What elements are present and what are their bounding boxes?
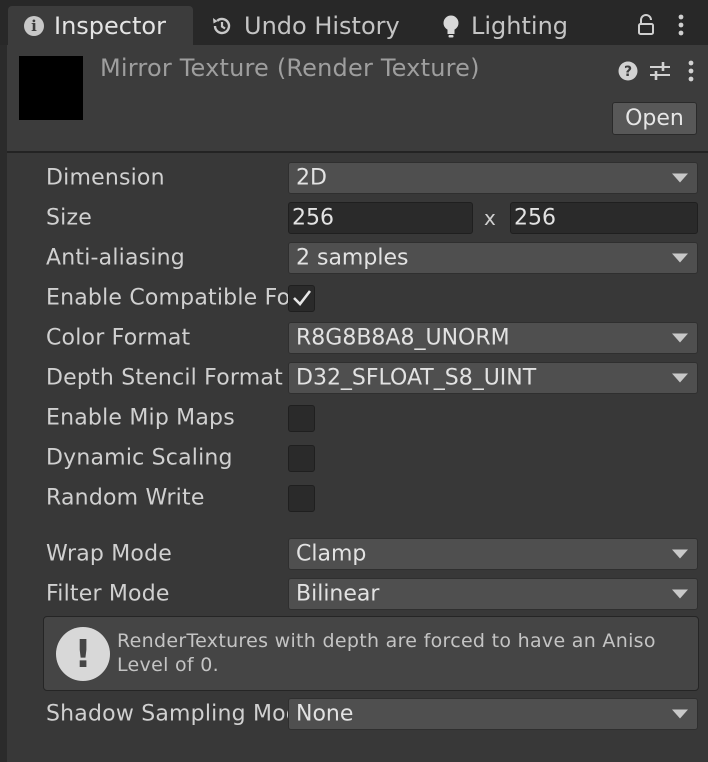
depth-stencil-format-label: Depth Stencil Format: [46, 365, 283, 391]
enable-compatible-format-checkbox[interactable]: [288, 285, 315, 312]
size-width-value: 256: [292, 205, 334, 231]
chevron-down-icon: [672, 549, 688, 559]
enable-compatible-format-label: Enable Compatible Format: [46, 285, 289, 311]
tab-inspector[interactable]: i Inspector: [8, 6, 193, 45]
more-vertical-icon[interactable]: [670, 8, 692, 42]
dimension-dropdown[interactable]: 2D: [288, 162, 698, 194]
lock-icon[interactable]: [634, 8, 658, 42]
lightbulb-icon: [441, 14, 461, 38]
warning-exclamation-icon: !: [56, 627, 110, 681]
color-format-value: R8G8B8A8_UNORM: [296, 325, 510, 351]
chevron-down-icon: [672, 589, 688, 599]
color-format-label: Color Format: [46, 325, 191, 351]
aniso-warning-helpbox: ! RenderTextures with depth are forced t…: [43, 616, 699, 691]
row-wrap-mode: Wrap Mode Clamp: [7, 536, 708, 572]
dynamic-scaling-label: Dynamic Scaling: [46, 445, 233, 471]
size-separator: x: [484, 206, 496, 230]
asset-title: Mirror Texture (Render Texture): [100, 54, 480, 82]
checkmark-icon: [293, 290, 312, 306]
chevron-down-icon: [672, 373, 688, 383]
size-height-value: 256: [514, 205, 556, 231]
filter-mode-dropdown[interactable]: Bilinear: [288, 578, 698, 610]
filter-mode-value: Bilinear: [296, 581, 380, 607]
panel-left-edge: [0, 45, 7, 762]
depth-stencil-format-value: D32_SFLOAT_S8_UINT: [296, 365, 537, 391]
tab-inspector-label: Inspector: [54, 11, 166, 40]
chevron-down-icon: [672, 253, 688, 263]
row-shadow-sampling-mode: Shadow Sampling Mode None: [7, 696, 708, 732]
shadow-sampling-mode-label: Shadow Sampling Mode: [46, 701, 289, 727]
row-color-format: Color Format R8G8B8A8_UNORM: [7, 320, 708, 356]
row-depth-stencil-format: Depth Stencil Format D32_SFLOAT_S8_UINT: [7, 360, 708, 396]
helpbox-message: RenderTextures with depth are forced to …: [117, 630, 656, 676]
wrap-mode-label: Wrap Mode: [46, 541, 172, 567]
history-icon: [210, 14, 234, 38]
row-random-write: Random Write: [7, 480, 708, 516]
random-write-label: Random Write: [46, 485, 205, 511]
row-dynamic-scaling: Dynamic Scaling: [7, 440, 708, 476]
dimension-value: 2D: [296, 165, 327, 191]
dimension-label: Dimension: [46, 165, 165, 191]
row-size: Size 256 x 256: [7, 200, 708, 236]
chevron-down-icon: [672, 709, 688, 719]
size-height-field[interactable]: 256: [510, 202, 698, 234]
anti-aliasing-value: 2 samples: [296, 245, 409, 271]
window-tab-bar: i Inspector Undo History Lighting: [0, 0, 708, 45]
tab-undo-history[interactable]: Undo History: [210, 6, 400, 45]
row-anti-aliasing: Anti-aliasing 2 samples: [7, 240, 708, 276]
wrap-mode-dropdown[interactable]: Clamp: [288, 538, 698, 570]
row-enable-compatible-format: Enable Compatible Format: [7, 280, 708, 316]
color-format-dropdown[interactable]: R8G8B8A8_UNORM: [288, 322, 698, 354]
shadow-sampling-mode-value: None: [296, 701, 354, 727]
random-write-checkbox[interactable]: [288, 485, 315, 512]
tab-lighting[interactable]: Lighting: [441, 6, 568, 45]
chevron-down-icon: [672, 173, 688, 183]
row-filter-mode: Filter Mode Bilinear: [7, 576, 708, 612]
row-enable-mip-maps: Enable Mip Maps: [7, 400, 708, 436]
wrap-mode-value: Clamp: [296, 541, 367, 567]
dynamic-scaling-checkbox[interactable]: [288, 445, 315, 472]
chevron-down-icon: [672, 333, 688, 343]
svg-text:?: ?: [624, 64, 632, 80]
enable-mip-maps-label: Enable Mip Maps: [46, 405, 235, 431]
tab-lighting-label: Lighting: [471, 11, 569, 40]
depth-stencil-format-dropdown[interactable]: D32_SFLOAT_S8_UINT: [288, 362, 698, 394]
more-vertical-icon[interactable]: [683, 58, 699, 84]
shadow-sampling-mode-dropdown[interactable]: None: [288, 698, 698, 730]
size-width-field[interactable]: 256: [288, 202, 473, 234]
open-button[interactable]: Open: [612, 102, 697, 135]
texture-preview-thumbnail: [19, 56, 83, 120]
preset-sliders-icon[interactable]: [648, 58, 672, 84]
filter-mode-label: Filter Mode: [46, 581, 170, 607]
enable-mip-maps-checkbox[interactable]: [288, 405, 315, 432]
anti-aliasing-label: Anti-aliasing: [46, 245, 185, 271]
help-icon[interactable]: ?: [617, 58, 639, 84]
size-label: Size: [46, 205, 92, 231]
info-icon: i: [24, 15, 44, 36]
tab-undo-history-label: Undo History: [244, 11, 400, 40]
anti-aliasing-dropdown[interactable]: 2 samples: [288, 242, 698, 274]
row-dimension: Dimension 2D: [7, 160, 708, 196]
